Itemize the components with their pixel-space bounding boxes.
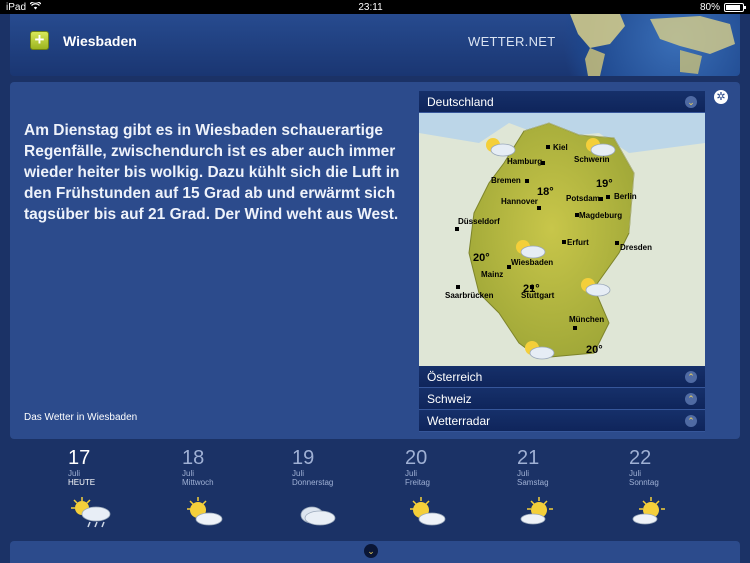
chevron-down-icon: ⌄ (685, 95, 697, 108)
sun-cloud-icon (632, 497, 665, 525)
city-marker (455, 227, 459, 231)
temp-label: 19° (596, 178, 613, 190)
city-marker (537, 206, 541, 210)
region-label: Wetterradar (427, 413, 491, 428)
day-name: Samstag (517, 478, 549, 487)
chevron-up-icon: ⌃ (685, 370, 697, 383)
city-marker (575, 213, 579, 217)
day-month: Juli (68, 469, 81, 478)
temp-label: 18° (537, 186, 554, 198)
city-title: Wiesbaden (63, 33, 137, 49)
main-panel: Am Dienstag gibt es in Wiesbaden schauer… (10, 82, 740, 439)
city-magdeburg: Magdeburg (579, 211, 623, 220)
sun-cloud-icon (586, 138, 616, 157)
weather-details-link[interactable]: Das Wetter in Wiesbaden (24, 412, 137, 423)
day-name: Mittwoch (182, 478, 214, 487)
day-item-today[interactable]: 17 Juli HEUTE (68, 447, 148, 537)
sun-cloud-rain-icon (71, 497, 111, 528)
day-item-donnerstag[interactable]: 19 Juli Donnerstag (292, 447, 372, 537)
temp-label: 20° (473, 252, 490, 264)
city-marker (562, 240, 566, 244)
sun-cloud-icon (486, 138, 516, 157)
day-item-freitag[interactable]: 20 Juli Freitag (405, 447, 485, 537)
battery-icon (723, 2, 746, 12)
day-number: 19 (292, 447, 315, 469)
city-marker (456, 285, 460, 289)
city-marker (606, 195, 610, 199)
day-name: HEUTE (68, 478, 96, 487)
day-number: 17 (68, 447, 91, 469)
day-item-mittwoch[interactable]: 18 Juli Mittwoch (182, 447, 262, 537)
chevron-up-icon: ⌃ (685, 414, 697, 427)
city-marker (525, 179, 529, 183)
city-berlin: Berlin (614, 192, 637, 201)
sun-cloud-icon (520, 497, 553, 525)
chevron-up-icon: ⌃ (685, 392, 697, 405)
day-item-sonntag[interactable]: 22 Juli Sonntag (629, 447, 709, 537)
temp-label: 20° (586, 344, 603, 356)
city-bremen: Bremen (491, 176, 521, 185)
cloud-icon (300, 506, 336, 526)
settings-gear-icon[interactable]: ✲ (714, 90, 728, 104)
sun-cloud-icon (581, 278, 611, 297)
region-label: Österreich (427, 369, 483, 384)
day-month: Juli (517, 469, 530, 478)
forecast-days: 17 Juli HEUTE 18 Juli Mittwoch 19 Juli D… (10, 447, 740, 537)
day-name: Donnerstag (292, 478, 334, 487)
day-number: 20 (405, 447, 428, 469)
bottom-panel: ⌄ (10, 541, 740, 563)
day-month: Juli (292, 469, 305, 478)
day-number: 18 (182, 447, 205, 469)
add-city-button[interactable]: + (30, 31, 49, 50)
city-saarbruecken: Saarbrücken (445, 291, 494, 300)
day-name: Freitag (405, 478, 430, 487)
day-name: Sonntag (629, 478, 659, 487)
city-hannover: Hannover (501, 197, 538, 206)
brand-logo: WETTER.NET (468, 34, 556, 49)
city-marker (615, 241, 619, 245)
device-label: iPad (6, 1, 27, 13)
sun-cloud-icon (187, 497, 223, 526)
city-mainz: Mainz (481, 270, 504, 279)
forecast-text: Am Dienstag gibt es in Wiesbaden schauer… (24, 122, 400, 223)
city-muenchen: München (569, 315, 605, 324)
temp-label: 21° (523, 283, 540, 295)
sun-cloud-icon (516, 240, 546, 259)
city-marker (507, 265, 511, 269)
status-bar: iPad 23:11 80% (0, 0, 750, 14)
wifi-icon (29, 0, 42, 13)
city-potsdam: Potsdam (566, 194, 600, 203)
day-number: 22 (629, 447, 652, 469)
day-month: Juli (629, 469, 642, 478)
map-widget: Deutschland ⌄ Kiel Hamburg Schwerin Brem… (419, 91, 705, 436)
city-kiel: Kiel (553, 143, 568, 152)
day-month: Juli (182, 469, 195, 478)
region-selector-oesterreich[interactable]: Österreich ⌃ (419, 366, 705, 388)
city-marker (546, 145, 550, 149)
world-map-decoration (530, 14, 740, 76)
city-duesseldorf: Düsseldorf (458, 217, 500, 226)
day-month: Juli (405, 469, 418, 478)
day-item-samstag[interactable]: 21 Juli Samstag (517, 447, 597, 537)
battery-percent: 80% (699, 1, 720, 13)
city-marker (599, 197, 603, 201)
sun-cloud-icon (410, 497, 446, 526)
germany-weather-map[interactable]: Kiel Hamburg Schwerin Bremen Hannover Po… (419, 113, 705, 366)
city-marker (541, 161, 545, 165)
region-selector-schweiz[interactable]: Schweiz ⌃ (419, 388, 705, 410)
region-selector-deutschland[interactable]: Deutschland ⌄ (419, 91, 705, 113)
region-label: Schweiz (427, 391, 472, 406)
region-label: Deutschland (427, 94, 494, 109)
city-dresden: Dresden (620, 243, 653, 252)
clock: 23:11 (358, 1, 383, 13)
region-selector-wetterradar[interactable]: Wetterradar ⌃ (419, 410, 705, 432)
day-number: 21 (517, 447, 540, 469)
sun-cloud-icon (525, 341, 555, 360)
city-erfurt: Erfurt (567, 238, 589, 247)
app-header: + Wiesbaden WETTER.NET (10, 14, 740, 76)
chevron-down-icon[interactable]: ⌄ (364, 544, 378, 558)
city-marker (573, 326, 577, 330)
